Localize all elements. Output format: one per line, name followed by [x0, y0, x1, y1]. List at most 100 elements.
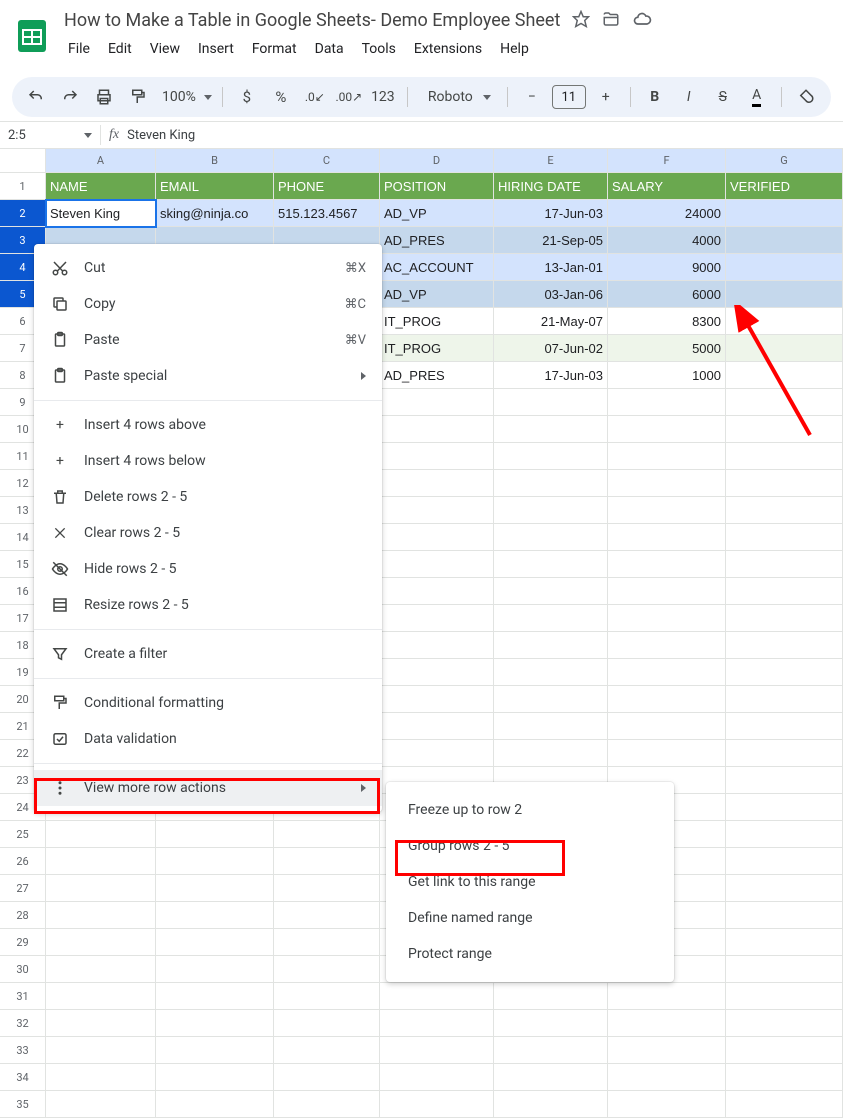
ctx-insert-above[interactable]: +Insert 4 rows above [34, 407, 382, 443]
sub-group-rows[interactable]: Group rows 2 - 5 [386, 828, 674, 864]
cell[interactable] [274, 1064, 380, 1091]
ctx-cut[interactable]: Cut⌘X [34, 250, 382, 286]
cell[interactable]: HIRING DATE [494, 173, 608, 200]
cell[interactable] [726, 983, 843, 1010]
row-header[interactable]: 27 [0, 875, 46, 902]
cell[interactable] [46, 983, 156, 1010]
ctx-create-filter[interactable]: Create a filter [34, 636, 382, 672]
cell[interactable] [726, 740, 843, 767]
formula-input[interactable]: Steven King [127, 128, 195, 143]
cell[interactable]: AD_VP [380, 200, 494, 227]
cell[interactable] [726, 470, 843, 497]
star-icon[interactable] [572, 10, 590, 32]
cell[interactable] [494, 470, 608, 497]
cell[interactable]: sking@ninja.co [156, 200, 274, 227]
cell[interactable] [274, 929, 380, 956]
cell[interactable] [608, 578, 726, 605]
cell[interactable] [274, 875, 380, 902]
cell[interactable]: AD_PRES [380, 227, 494, 254]
cell[interactable] [494, 605, 608, 632]
cell[interactable] [46, 848, 156, 875]
ctx-hide-rows[interactable]: Hide rows 2 - 5 [34, 551, 382, 587]
cell[interactable] [274, 956, 380, 983]
cell[interactable] [494, 389, 608, 416]
cell[interactable]: SALARY [608, 173, 726, 200]
column-header[interactable]: A [46, 149, 156, 173]
row-header[interactable]: 25 [0, 821, 46, 848]
ctx-data-validation[interactable]: Data validation [34, 721, 382, 757]
decrease-font-size-button[interactable]: − [518, 83, 546, 111]
cell[interactable] [156, 848, 274, 875]
cell[interactable] [380, 578, 494, 605]
ctx-view-more-row-actions[interactable]: View more row actions [34, 770, 382, 806]
cell[interactable]: 6000 [608, 281, 726, 308]
cell[interactable] [380, 443, 494, 470]
cell[interactable]: 1000 [608, 362, 726, 389]
cell[interactable] [726, 1091, 843, 1118]
row-header[interactable]: 26 [0, 848, 46, 875]
cell[interactable]: POSITION [380, 173, 494, 200]
menu-file[interactable]: File [60, 37, 98, 61]
cell[interactable] [46, 1037, 156, 1064]
paint-format-button[interactable] [124, 83, 152, 111]
currency-button[interactable]: $ [233, 83, 261, 111]
cell[interactable] [726, 1064, 843, 1091]
cell[interactable] [726, 227, 843, 254]
cell[interactable] [608, 1064, 726, 1091]
cell[interactable] [494, 416, 608, 443]
column-header[interactable]: F [608, 149, 726, 173]
cell[interactable] [380, 1064, 494, 1091]
cell[interactable] [726, 281, 843, 308]
column-header[interactable]: C [274, 149, 380, 173]
menu-data[interactable]: Data [307, 37, 352, 61]
menu-insert[interactable]: Insert [190, 37, 242, 61]
row-header[interactable]: 2 [0, 200, 46, 227]
cell[interactable]: 21-May-07 [494, 308, 608, 335]
cell[interactable] [726, 902, 843, 929]
cell[interactable] [726, 497, 843, 524]
cell[interactable] [494, 632, 608, 659]
cell[interactable] [608, 713, 726, 740]
undo-button[interactable] [22, 83, 50, 111]
cell[interactable] [380, 1091, 494, 1118]
cell[interactable] [726, 200, 843, 227]
cell[interactable]: VERIFIED [726, 173, 843, 200]
menu-tools[interactable]: Tools [354, 37, 404, 61]
ctx-conditional-formatting[interactable]: Conditional formatting [34, 685, 382, 721]
row-header[interactable]: 28 [0, 902, 46, 929]
cell[interactable]: 9000 [608, 254, 726, 281]
cell[interactable] [726, 632, 843, 659]
cell[interactable] [726, 362, 843, 389]
cell[interactable] [380, 470, 494, 497]
bold-button[interactable]: B [641, 83, 669, 111]
cell[interactable] [726, 767, 843, 794]
sub-protect-range[interactable]: Protect range [386, 936, 674, 972]
cell[interactable]: 07-Jun-02 [494, 335, 608, 362]
cell[interactable] [46, 929, 156, 956]
column-header[interactable]: G [726, 149, 843, 173]
cell[interactable] [608, 389, 726, 416]
cell[interactable]: 21-Sep-05 [494, 227, 608, 254]
cell[interactable] [608, 551, 726, 578]
cell[interactable] [494, 1091, 608, 1118]
cell[interactable] [46, 821, 156, 848]
cell[interactable] [156, 956, 274, 983]
cell[interactable]: 17-Jun-03 [494, 200, 608, 227]
sub-define-named-range[interactable]: Define named range [386, 900, 674, 936]
cell[interactable] [156, 902, 274, 929]
cell[interactable] [274, 1037, 380, 1064]
increase-decimal-button[interactable]: .00↗ [335, 83, 363, 111]
cell[interactable]: IT_PROG [380, 335, 494, 362]
sub-freeze[interactable]: Freeze up to row 2 [386, 792, 674, 828]
sheets-app-icon[interactable] [12, 16, 52, 56]
row-header[interactable]: 30 [0, 956, 46, 983]
fill-color-button[interactable] [792, 83, 820, 111]
cell[interactable] [726, 254, 843, 281]
cell[interactable]: 17-Jun-03 [494, 362, 608, 389]
cell[interactable]: EMAIL [156, 173, 274, 200]
menu-help[interactable]: Help [492, 37, 537, 61]
row-header[interactable]: 35 [0, 1091, 46, 1118]
cell[interactable]: AD_VP [380, 281, 494, 308]
cell[interactable] [726, 821, 843, 848]
font-size-input[interactable]: 11 [552, 85, 586, 109]
